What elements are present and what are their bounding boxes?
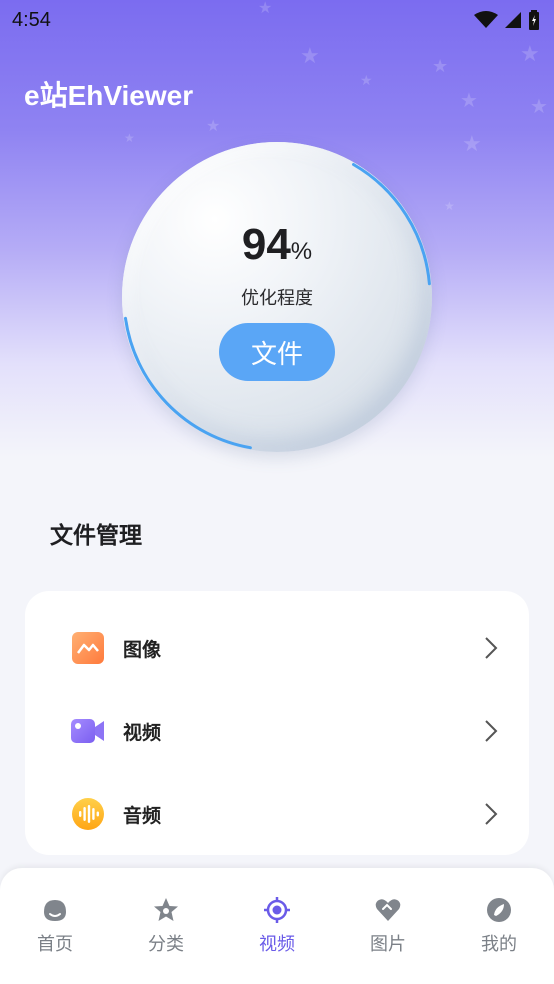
profile-icon [487,898,511,922]
chevron-right-icon [485,720,498,742]
battery-icon [529,10,539,30]
tab-label: 分类 [148,934,184,955]
file-item-image[interactable]: 图像 [25,613,529,683]
bottom-tab-bar: 首页 分类 视频 图片 我的 [0,868,554,984]
chevron-right-icon [485,803,498,825]
image-icon [72,632,104,664]
file-item-label: 图像 [123,638,162,661]
category-icon [154,898,178,921]
tab-profile[interactable]: 我的 [444,896,554,960]
optimization-label: 优化程度 [241,288,313,309]
tab-label: 图片 [370,934,406,955]
percent-unit: % [290,238,313,265]
star-decoration: ★ [460,88,478,112]
status-icons [474,10,540,30]
video-target-icon [264,897,290,923]
status-time: 4:54 [12,8,51,31]
tab-video[interactable]: 视频 [222,896,332,960]
picture-icon [375,899,401,921]
tab-label: 我的 [481,934,517,955]
star-decoration: ★ [206,116,221,135]
tab-picture[interactable]: 图片 [333,896,443,960]
status-bar: 4:54 [0,0,554,40]
file-button[interactable]: 文件 [219,323,335,381]
tab-home[interactable]: 首页 [0,896,110,960]
chevron-right-icon [485,637,498,659]
audio-icon [72,798,104,830]
file-item-label: 音频 [123,804,162,827]
file-item-video[interactable]: 视频 [25,696,529,766]
star-decoration: ★ [360,73,373,89]
wifi-icon [474,11,498,28]
section-title: 文件管理 [50,523,142,549]
percent-number: 94 [241,220,291,269]
tab-category[interactable]: 分类 [111,896,221,960]
file-item-audio[interactable]: 音频 [25,779,529,849]
file-item-label: 视频 [123,721,162,744]
star-decoration: ★ [520,42,540,67]
star-decoration: ★ [432,56,449,77]
app-title: e站EhViewer [24,80,194,111]
home-icon [44,900,66,921]
file-management-card: 图像 视频 音频 [25,591,529,855]
star-decoration: ★ [462,132,482,157]
star-decoration: ★ [530,94,548,118]
star-decoration: ★ [300,44,320,69]
optimization-gauge: 94% 优化程度 文件 [122,142,432,452]
percent-value: 94% [122,220,432,270]
tab-label: 视频 [259,934,295,955]
signal-icon [505,12,521,28]
tab-label: 首页 [37,934,73,955]
star-decoration: ★ [444,199,455,213]
video-icon [71,719,104,743]
